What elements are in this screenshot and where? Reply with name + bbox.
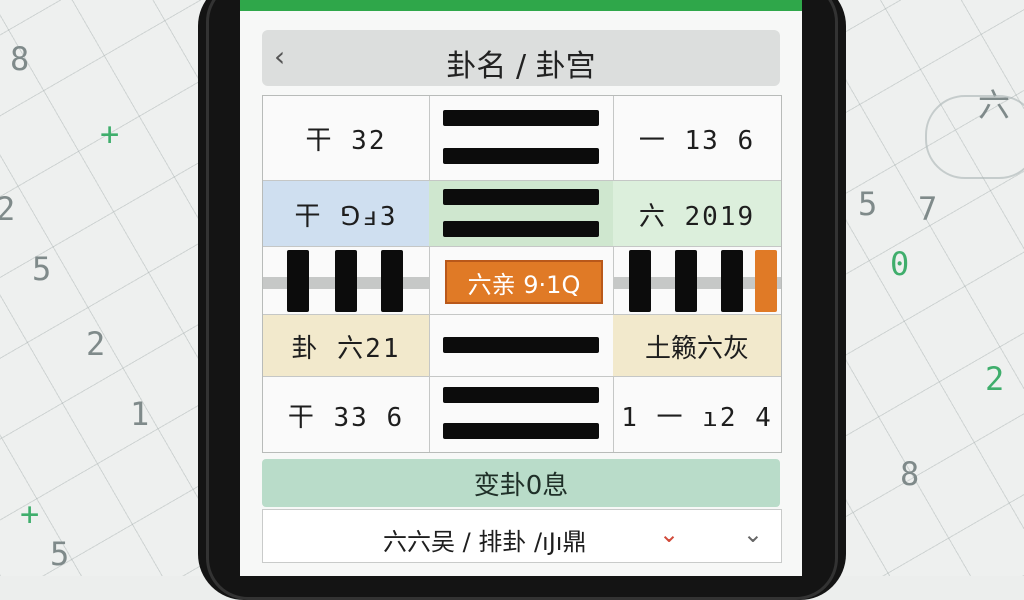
center-cell: 六亲 9·1Q (429, 247, 613, 315)
table-row[interactable]: 干 32 一 13 6 (263, 96, 781, 180)
bg-glyph: + (20, 495, 40, 533)
table-row[interactable]: 六亲 9·1Q (263, 246, 781, 315)
row-right-label: 一 13 6 (638, 125, 756, 156)
yang-line (443, 423, 599, 439)
row-left-label: 卦 六21 (263, 315, 429, 377)
bg-glyph: 8 (10, 40, 30, 78)
page-title: 卦名 / 卦宫 (446, 49, 596, 84)
bg-glyph: 1 (130, 395, 150, 433)
row-right-label: 1 一 ı2 4 (621, 402, 773, 433)
vertical-line-mark (381, 250, 403, 312)
table-row[interactable]: 卦 六21 土籁六灰 (263, 314, 781, 377)
hexagram-lines (429, 181, 613, 247)
vertical-line-mark (629, 250, 651, 312)
table-row[interactable]: 干 ⅁ⅎ3 六 2019 (263, 180, 781, 247)
red-chevron-icon: ⌄ (659, 520, 680, 548)
row-left-label: 干 33 6 (287, 402, 405, 433)
bg-glyph: 2 (985, 360, 1005, 398)
phone-screen: ‹ 卦名 / 卦宫 干 32 一 13 6 干 ⅁ⅎ3 六 2019 六亲 9·… (240, 0, 802, 576)
liuqin-badge[interactable]: 六亲 9·1Q (445, 260, 603, 304)
status-bar (240, 0, 802, 11)
row-right-label: 土籁六灰 (613, 315, 781, 377)
hexagram-grid: 干 32 一 13 6 干 ⅁ⅎ3 六 2019 六亲 9·1Q 卦 六21 土… (262, 95, 782, 453)
dropdown-value: 六六吴 / 排卦 /ıJı鼎 (383, 528, 587, 556)
yang-line (443, 387, 599, 403)
bg-glyph: 0 (890, 245, 910, 283)
vertical-line-mark (287, 250, 309, 312)
vertical-line-mark (335, 250, 357, 312)
yang-line (443, 189, 599, 205)
vertical-line-mark (721, 250, 743, 312)
yang-line (443, 110, 599, 126)
hexagram-lines (429, 96, 613, 180)
bg-glyph: 5 (32, 250, 52, 288)
changed-hexagram-header: 变卦0息 (262, 459, 780, 507)
changed-hexagram-select[interactable]: 六六吴 / 排卦 /ıJı鼎 ⌄ ⌄ (262, 509, 782, 563)
bg-glyph: + (100, 115, 120, 153)
vertical-line-mark (675, 250, 697, 312)
yang-line (443, 337, 599, 353)
bg-glyph: 7 (918, 190, 938, 228)
vertical-line-mark-highlight (755, 250, 777, 312)
row-left-label: 干 ⅁ⅎ3 (263, 181, 429, 247)
bg-glyph: 8 (900, 455, 920, 493)
water-droplet (925, 95, 1024, 179)
table-row[interactable]: 干 33 6 1 一 ı2 4 (263, 376, 781, 453)
chevron-down-icon[interactable]: ⌄ (743, 520, 763, 548)
hexagram-lines (429, 377, 613, 453)
yang-line (443, 148, 599, 164)
bg-glyph: 5 (50, 535, 70, 573)
bg-glyph: 2 (86, 325, 106, 363)
row-right-label: 六 2019 (613, 181, 781, 247)
yang-line (443, 221, 599, 237)
bg-glyph: 5 (858, 185, 878, 223)
hexagram-lines (429, 315, 613, 377)
app-header: ‹ 卦名 / 卦宫 (262, 30, 780, 86)
row-left-label: 干 32 (305, 125, 387, 156)
bg-glyph: 2 (0, 190, 16, 228)
